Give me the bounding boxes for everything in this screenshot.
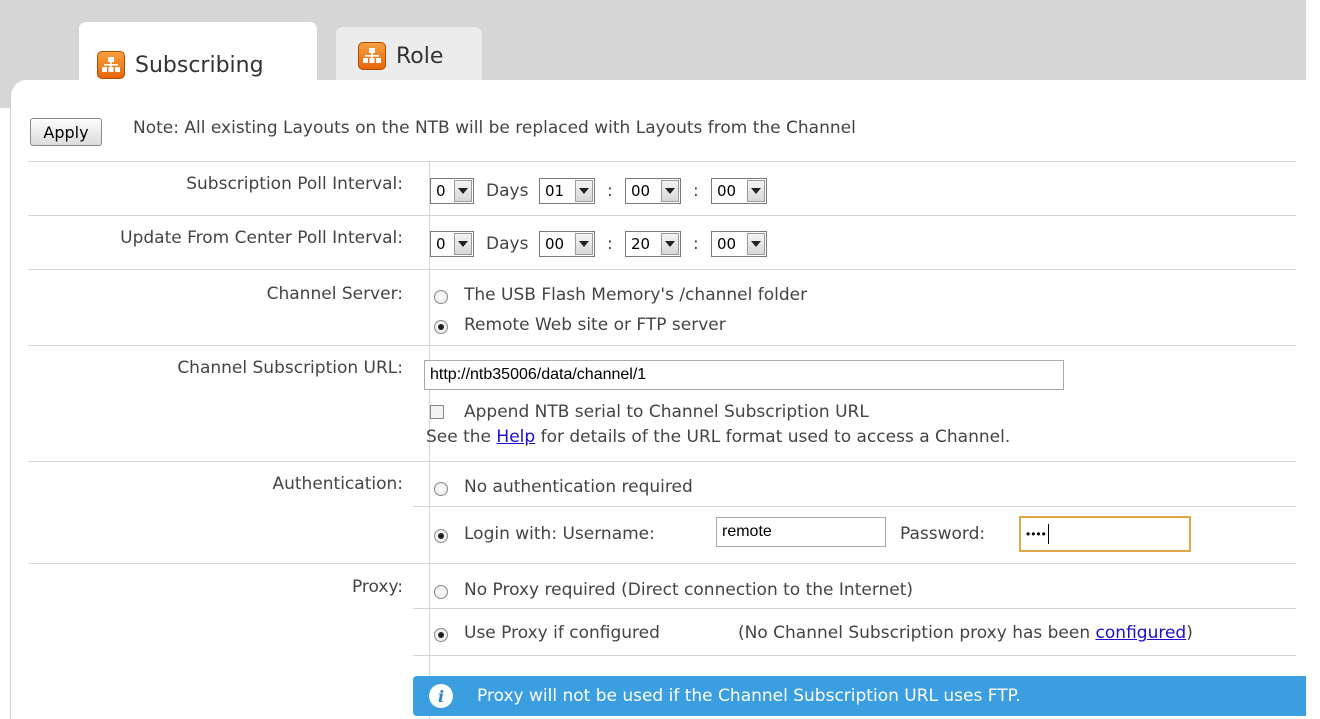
login-radio[interactable] [434,529,448,543]
update-poll-row: Update From Center Poll Interval: 0 Days… [28,215,1296,269]
time-separator: : [693,234,699,254]
channel-server-label: Channel Server: [266,284,403,304]
proxy-info-banner: i Proxy will not be used if the Channel … [413,676,1306,716]
sub-divider [413,608,1296,609]
proxy-info-text: Proxy will not be used if the Channel Su… [477,686,1021,706]
help-link[interactable]: Help [496,427,535,447]
info-icon: i [429,684,453,708]
select-value: 00 [545,235,565,253]
column-divider [429,270,430,345]
update-poll-minutes-select[interactable]: 20 [625,231,681,257]
select-value: 00 [717,182,737,200]
append-serial-checkbox[interactable] [430,405,444,419]
select-value: 0 [436,182,446,200]
subscription-poll-hours-select[interactable]: 01 [539,178,595,204]
update-poll-days-select[interactable]: 0 [430,231,474,257]
subscription-url-input[interactable]: http://ntb35006/data/channel/1 [424,360,1064,390]
chevron-down-icon [575,180,593,202]
password-label: Password: [900,524,986,544]
apply-note: Note: All existing Layouts on the NTB wi… [133,118,856,138]
authentication-row: Authentication: No authentication requir… [28,461,1296,563]
chevron-down-icon [454,180,472,202]
channel-server-remote-label: Remote Web site or FTP server [464,315,726,335]
days-label: Days [486,234,529,254]
no-auth-label: No authentication required [464,477,693,497]
subscription-url-value: http://ntb35006/data/channel/1 [430,366,647,383]
network-icon [358,42,386,70]
subscription-poll-minutes-select[interactable]: 00 [625,178,681,204]
subscription-poll-label: Subscription Poll Interval: [186,174,403,194]
chevron-down-icon [661,233,679,255]
username-input[interactable]: remote [716,517,886,547]
proxy-note-prefix: (No Channel Subscription proxy has been [738,623,1091,643]
select-value: 00 [717,235,737,253]
update-poll-hours-select[interactable]: 00 [539,231,595,257]
subscription-poll-days-select[interactable]: 0 [430,178,474,204]
time-separator: : [693,181,699,201]
tab-role-label: Role [396,43,444,69]
append-serial-label: Append NTB serial to Channel Subscriptio… [464,402,869,422]
time-separator: : [607,181,613,201]
chevron-down-icon [747,233,765,255]
apply-row: Apply Note: All existing Layouts on the … [28,104,1296,161]
update-poll-label: Update From Center Poll Interval: [120,228,403,248]
text-cursor [1047,524,1049,544]
password-value: •••• [1026,527,1047,541]
select-value: 01 [545,182,565,200]
proxy-label: Proxy: [351,577,403,597]
time-separator: : [607,234,613,254]
select-value: 0 [436,235,446,253]
no-proxy-label: No Proxy required (Direct connection to … [464,580,914,600]
password-input[interactable]: •••• [1019,516,1191,552]
chevron-down-icon [575,233,593,255]
sub-divider [413,506,1296,507]
channel-server-row: Channel Server: The USB Flash Memory's /… [28,269,1296,345]
username-value: remote [722,523,772,540]
tab-subscribing-label: Subscribing [135,52,264,78]
no-auth-radio[interactable] [434,482,448,496]
use-proxy-label: Use Proxy if configured [464,623,660,643]
subscription-poll-seconds-select[interactable]: 00 [711,178,767,204]
channel-server-usb-label: The USB Flash Memory's /channel folder [464,285,808,305]
login-label: Login with: Username: [464,524,655,544]
network-icon [97,51,125,79]
help-prefix: See the [426,427,492,447]
apply-button[interactable]: Apply [30,118,102,146]
proxy-config-note: (No Channel Subscription proxy has been … [738,623,1193,643]
help-text: See the Help for details of the URL form… [426,427,1010,447]
column-divider [429,462,430,563]
authentication-label: Authentication: [272,474,403,494]
channel-server-usb-radio[interactable] [434,290,448,304]
proxy-note-suffix: ) [1186,623,1193,643]
sub-divider [413,655,1296,656]
subscription-url-row: Channel Subscription URL: http://ntb3500… [28,345,1296,461]
subscription-url-label: Channel Subscription URL: [177,358,403,378]
chevron-down-icon [454,233,472,255]
channel-server-remote-radio[interactable] [434,320,448,334]
update-poll-seconds-select[interactable]: 00 [711,231,767,257]
no-proxy-radio[interactable] [434,585,448,599]
subscription-poll-row: Subscription Poll Interval: 0 Days 01 : … [28,161,1296,215]
chevron-down-icon [747,180,765,202]
help-suffix: for details of the URL format used to ac… [540,427,1011,447]
select-value: 00 [631,182,651,200]
days-label: Days [486,181,529,201]
tab-role[interactable]: Role [336,27,482,85]
select-value: 20 [631,235,651,253]
configured-link[interactable]: configured [1096,623,1187,643]
chevron-down-icon [661,180,679,202]
use-proxy-radio[interactable] [434,628,448,642]
